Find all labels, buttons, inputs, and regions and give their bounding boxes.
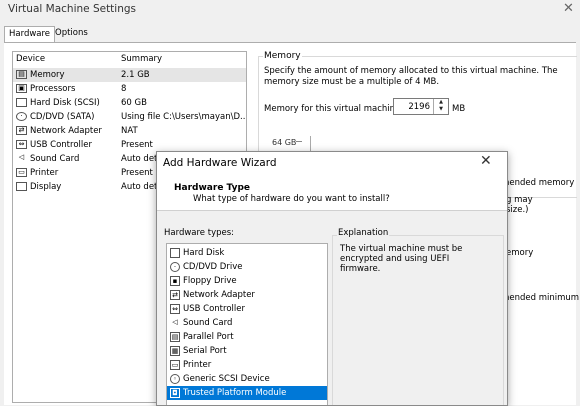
hardware-type-usb-controller[interactable]: ⇔ USB Controller <box>167 302 327 316</box>
wizard-heading: Hardware Type <box>174 183 251 193</box>
summary-column-header[interactable]: Summary <box>121 54 162 64</box>
hardware-type-parallel-port[interactable]: ▤ Parallel Port <box>167 330 327 344</box>
hard-disk-icon <box>170 248 180 258</box>
cd-dvd-icon: · <box>170 262 180 272</box>
device-row-processors[interactable]: ▣ Processors 8 <box>13 82 246 96</box>
chevron-up-icon[interactable]: ▲ <box>434 99 448 106</box>
device-column-header[interactable]: Device <box>16 54 45 64</box>
close-icon[interactable]: ✕ <box>480 153 492 169</box>
memory-group-title: Memory <box>263 51 302 61</box>
memory-value[interactable]: 2196 <box>408 102 430 112</box>
speaker-icon: ◁ <box>172 318 178 326</box>
printer-icon: ▭ <box>16 168 27 177</box>
floppy-icon: ▪ <box>170 276 180 286</box>
memory-spinbox[interactable]: 2196 ▲ ▼ <box>393 98 449 115</box>
partial-text: emory <box>506 248 534 258</box>
serial-port-icon: ▦ <box>170 346 180 356</box>
hardware-type-serial-port[interactable]: ▦ Serial Port <box>167 344 327 358</box>
hardware-type-network-adapter[interactable]: ⇄ Network Adapter <box>167 288 327 302</box>
explanation-text: The virtual machine must be encrypted an… <box>340 244 463 274</box>
device-row-network-adapter[interactable]: ⇄ Network Adapter NAT <box>13 124 246 138</box>
wizard-header: Hardware Type What type of hardware do y… <box>157 174 507 211</box>
network-adapter-icon: ⇄ <box>170 290 180 300</box>
printer-icon: ▭ <box>170 360 180 370</box>
add-hardware-wizard: Add Hardware Wizard ✕ Hardware Type What… <box>156 151 508 406</box>
tab-hardware[interactable]: Hardware <box>4 26 55 42</box>
hardware-type-floppy[interactable]: ▪ Floppy Drive <box>167 274 327 288</box>
wizard-body: Hardware types: Hard Disk · CD/DVD Drive… <box>157 211 507 405</box>
memory-unit: MB <box>452 104 466 114</box>
partial-text: nended minimum <box>504 293 580 303</box>
memory-description: Specify the amount of memory allocated t… <box>264 66 558 87</box>
network-adapter-icon: ⇄ <box>16 126 27 135</box>
device-row-usb-controller[interactable]: ⇔ USB Controller Present <box>13 138 246 152</box>
device-row-cd-dvd[interactable]: · CD/DVD (SATA) Using file C:\Users\maya… <box>13 110 246 124</box>
scsi-icon: ◦ <box>170 374 180 384</box>
display-icon <box>16 182 27 191</box>
partial-text: g may <box>506 195 533 205</box>
partial-text: nended memory <box>504 178 575 188</box>
memory-icon: ▤ <box>16 70 27 79</box>
speaker-icon: ◁ <box>18 153 25 161</box>
processor-icon: ▣ <box>16 84 27 93</box>
hardware-type-tpm[interactable]: ◘ Trusted Platform Module <box>167 386 327 400</box>
usb-icon: ⇔ <box>170 304 180 314</box>
hardware-type-sound-card[interactable]: ◁ Sound Card <box>167 316 327 330</box>
scale-line <box>310 136 311 152</box>
hardware-type-cd-dvd[interactable]: · CD/DVD Drive <box>167 260 327 274</box>
close-icon[interactable]: ✕ <box>563 1 574 16</box>
usb-icon: ⇔ <box>16 140 27 149</box>
spin-buttons[interactable]: ▲ ▼ <box>433 99 448 114</box>
window-title: Virtual Machine Settings <box>8 3 137 15</box>
wizard-title: Add Hardware Wizard <box>163 157 277 169</box>
scale-top-label: 64 GB <box>272 138 297 147</box>
tpm-icon: ◘ <box>170 388 180 398</box>
scale-tick <box>296 141 302 142</box>
hardware-type-hard-disk[interactable]: Hard Disk <box>167 246 327 260</box>
explanation-label: Explanation <box>337 228 390 238</box>
chevron-down-icon[interactable]: ▼ <box>434 106 448 113</box>
wizard-subheading: What type of hardware do you want to ins… <box>193 194 390 204</box>
tab-options[interactable]: Options <box>51 26 92 41</box>
partial-text: size.) <box>506 205 529 215</box>
hardware-type-generic-scsi[interactable]: ◦ Generic SCSI Device <box>167 372 327 386</box>
device-row-memory[interactable]: ▤ Memory 2.1 GB <box>13 68 246 82</box>
hardware-types-label: Hardware types: <box>164 228 235 238</box>
hardware-types-list: Hard Disk · CD/DVD Drive ▪ Floppy Drive … <box>166 243 328 405</box>
memory-field-label: Memory for this virtual machine: <box>264 104 404 114</box>
parallel-port-icon: ▤ <box>170 332 180 342</box>
device-row-hard-disk[interactable]: Hard Disk (SCSI) 60 GB <box>13 96 246 110</box>
hardware-type-printer[interactable]: ▭ Printer <box>167 358 327 372</box>
cd-dvd-icon: · <box>16 112 27 121</box>
hard-disk-icon <box>16 98 27 107</box>
